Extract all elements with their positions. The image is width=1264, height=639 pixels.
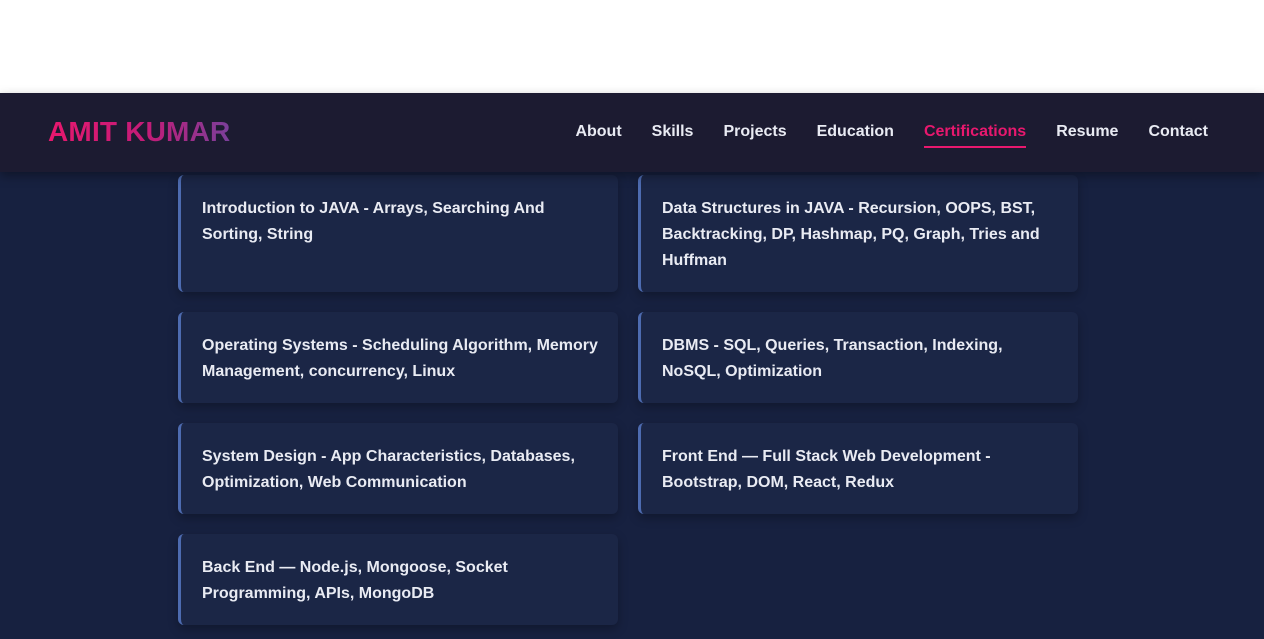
nav-link-certifications[interactable]: Certifications: [923, 122, 1027, 148]
certification-title: DBMS - SQL, Queries, Transaction, Indexi…: [662, 337, 1003, 380]
certification-card: Front End — Full Stack Web Development -…: [638, 423, 1078, 514]
nav-link-education[interactable]: Education: [817, 122, 894, 148]
certification-title: Introduction to JAVA - Arrays, Searching…: [202, 200, 545, 243]
nav-link-resume[interactable]: Resume: [1056, 122, 1118, 148]
certification-title: Front End — Full Stack Web Development -…: [662, 448, 991, 491]
brand-logo[interactable]: AMIT KUMAR: [48, 115, 230, 149]
certification-title: Back End — Node.js, Mongoose, Socket Pro…: [202, 559, 508, 602]
nav-link-contact[interactable]: Contact: [1148, 122, 1208, 148]
nav-link-about[interactable]: About: [575, 122, 621, 148]
nav-menu: About Skills Projects Education Certific…: [575, 122, 1208, 148]
certification-card: Operating Systems - Scheduling Algorithm…: [178, 312, 618, 403]
certification-card: Back End — Node.js, Mongoose, Socket Pro…: [178, 534, 618, 625]
certification-card: System Design - App Characteristics, Dat…: [178, 423, 618, 514]
certification-title: Data Structures in JAVA - Recursion, OOP…: [662, 200, 1040, 269]
certification-title: System Design - App Characteristics, Dat…: [202, 448, 575, 491]
nav-link-skills[interactable]: Skills: [652, 122, 694, 148]
nav-link-projects[interactable]: Projects: [723, 122, 786, 148]
navbar: AMIT KUMAR About Skills Projects Educati…: [0, 93, 1264, 172]
certification-card: DBMS - SQL, Queries, Transaction, Indexi…: [638, 312, 1078, 403]
certification-card: Data Structures in JAVA - Recursion, OOP…: [638, 175, 1078, 292]
certification-card: Introduction to JAVA - Arrays, Searching…: [178, 175, 618, 292]
certification-title: Operating Systems - Scheduling Algorithm…: [202, 337, 598, 380]
